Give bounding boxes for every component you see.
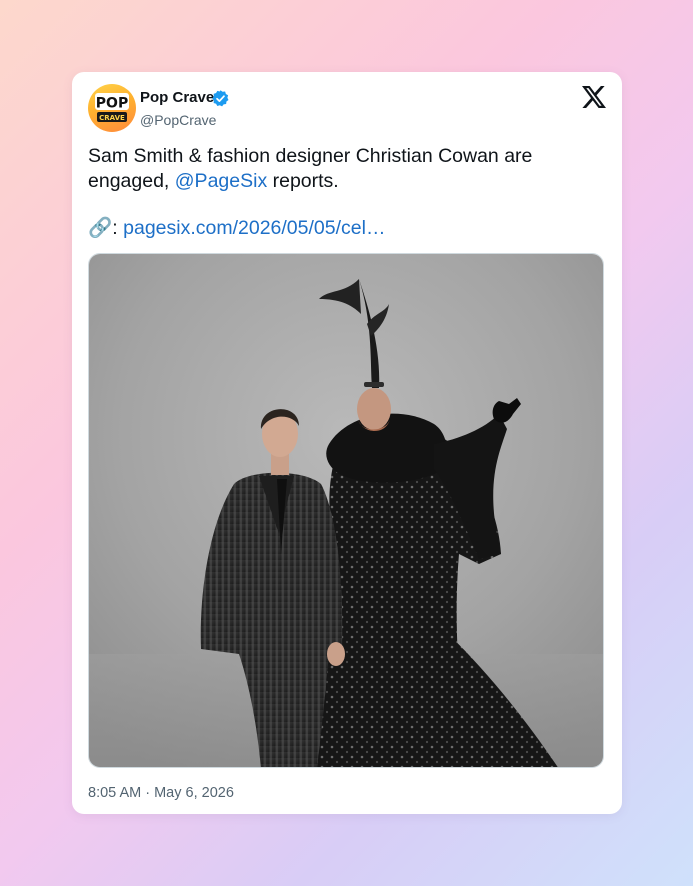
avatar[interactable]: POP CRAVE xyxy=(88,84,136,132)
photo-image xyxy=(89,254,603,767)
author-handle[interactable]: @PopCrave xyxy=(140,111,216,129)
pop-crave-logo-icon: POP CRAVE xyxy=(95,93,129,122)
svg-text:POP: POP xyxy=(96,96,128,112)
verified-badge-icon xyxy=(212,90,229,107)
tweet-link-line: 🔗: pagesix.com/2026/05/05/cel… xyxy=(88,216,385,241)
svg-text:CRAVE: CRAVE xyxy=(99,114,125,122)
tweet-text-part: reports. xyxy=(267,170,339,192)
x-logo-icon[interactable] xyxy=(582,86,606,108)
tweet-text: Sam Smith & fashion designer Christian C… xyxy=(88,144,608,194)
mention-link[interactable]: @PageSix xyxy=(175,170,267,192)
link-icon: 🔗: xyxy=(88,217,124,239)
author-display-name[interactable]: Pop Crave xyxy=(140,89,214,107)
tweet-timestamp[interactable]: 8:05 AM · May 6, 2026 xyxy=(88,784,234,802)
article-url-link[interactable]: pagesix.com/2026/05/05/cel… xyxy=(123,217,385,239)
tweet-media-photo[interactable] xyxy=(88,253,604,768)
tweet-card: POP CRAVE Pop Crave @PopCrave Sam Smith … xyxy=(72,72,622,814)
